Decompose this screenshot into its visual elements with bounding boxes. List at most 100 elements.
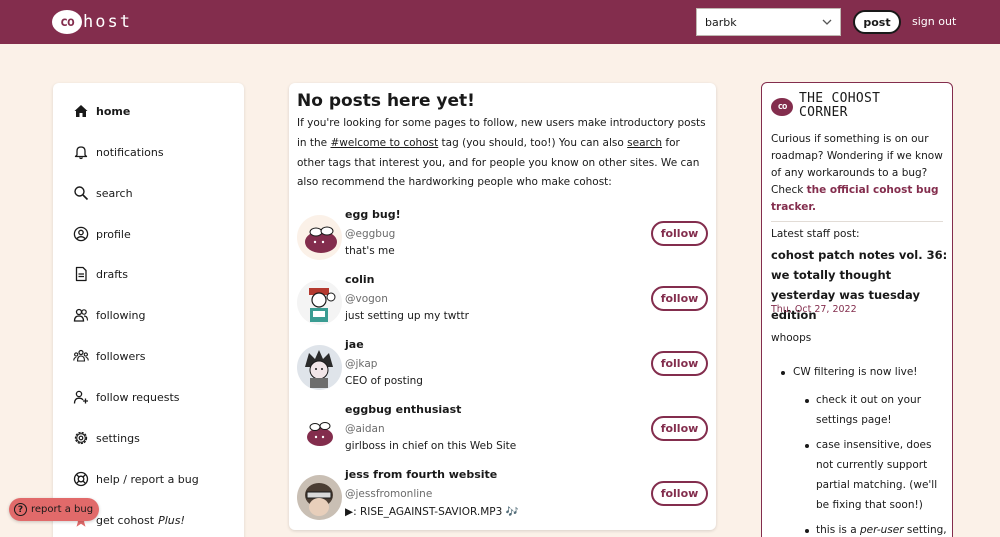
- report-bug-label: report a bug: [31, 504, 94, 515]
- user-bio: that's me: [345, 245, 395, 257]
- plus-label: Plus!: [158, 513, 185, 527]
- sidebar-item-label: followers: [96, 349, 146, 363]
- bullet-item: CW filtering is now live!: [793, 366, 918, 378]
- page-selector-value: barbk: [705, 15, 737, 29]
- user-name[interactable]: egg bug!: [345, 208, 401, 221]
- sidebar-item-notifications[interactable]: notifications: [73, 142, 164, 162]
- logo-text: host: [83, 12, 132, 32]
- user-handle[interactable]: @aidan: [345, 423, 385, 435]
- suggested-user-row: colin @vogon just setting up my twttr fo…: [289, 273, 716, 331]
- sub-bullet-item: this is a per-user setting,: [816, 520, 948, 537]
- sidebar-item-following[interactable]: following: [73, 305, 145, 325]
- sub-bullet-item: check it out on your settings page!: [816, 394, 922, 426]
- sidebar-item-label: get cohost: [96, 513, 155, 527]
- bullet-dot: [781, 371, 785, 375]
- sidebar-item-label: profile: [96, 227, 131, 241]
- sidebar-item-drafts[interactable]: drafts: [73, 264, 128, 284]
- user-bio: just setting up my twttr: [345, 310, 469, 322]
- page-title: No posts here yet!: [297, 91, 475, 111]
- sidebar-item-profile[interactable]: profile: [73, 224, 131, 244]
- staff-post-intro: whoops: [771, 332, 812, 344]
- corner-header: co THE COHOST CORNER: [771, 92, 919, 120]
- suggested-user-row: jess from fourth website @jessfromonline…: [289, 468, 716, 526]
- sidebar-nav: home notifications search profile drafts…: [53, 83, 244, 537]
- staff-post-date: Thu, Oct 27, 2022: [771, 304, 857, 315]
- staff-post-label: Latest staff post:: [771, 228, 860, 240]
- sub-bullet-item: case insensitive, does not currently sup…: [816, 439, 938, 511]
- document-icon: [75, 266, 87, 282]
- divider: [771, 221, 943, 222]
- sidebar-item-label: home: [96, 104, 131, 118]
- user-add-icon: [73, 390, 88, 404]
- avatar[interactable]: [297, 215, 342, 260]
- user-name[interactable]: jess from fourth website: [345, 468, 497, 481]
- lifebuoy-icon: [73, 471, 89, 487]
- sub-bullet-emphasis: per-user: [860, 524, 904, 536]
- user-handle[interactable]: @jkap: [345, 358, 377, 370]
- user-bio: CEO of posting: [345, 375, 423, 387]
- sub-bullet-text: setting,: [903, 524, 947, 536]
- question-icon: ?: [14, 503, 27, 516]
- user-bio: girlboss in chief on this Web Site: [345, 440, 517, 452]
- cohost-corner-card: co THE COHOST CORNER Curious if somethin…: [761, 82, 953, 537]
- report-bug-button[interactable]: ? report a bug: [9, 498, 99, 521]
- suggested-user-row: jae @jkap CEO of posting follow: [289, 338, 716, 396]
- user-handle[interactable]: @vogon: [345, 293, 388, 305]
- sidebar-item-label: notifications: [96, 145, 164, 159]
- sidebar-item-settings[interactable]: settings: [73, 428, 140, 448]
- sub-bullet-text: this is a: [816, 524, 860, 536]
- sidebar-item-label: drafts: [96, 267, 128, 281]
- page-selector[interactable]: barbk: [696, 8, 841, 36]
- follow-button[interactable]: follow: [651, 286, 708, 311]
- follow-button[interactable]: follow: [651, 481, 708, 506]
- avatar[interactable]: [297, 475, 342, 520]
- bell-icon: [74, 146, 88, 160]
- user-name[interactable]: jae: [345, 338, 364, 351]
- user-handle[interactable]: @eggbug: [345, 228, 395, 240]
- suggested-user-row: egg bug! @eggbug that's me follow: [289, 208, 716, 266]
- main-feed-card: No posts here yet! If you're looking for…: [289, 83, 716, 530]
- sign-out-link[interactable]: sign out: [912, 15, 956, 28]
- gear-icon: [74, 431, 88, 445]
- corner-title: THE COHOST CORNER: [799, 91, 881, 120]
- sidebar-item-label: following: [96, 308, 146, 322]
- intro-text: If you're looking for some pages to foll…: [297, 114, 709, 193]
- bullet-dot: [805, 444, 809, 448]
- sidebar-item-label: follow requests: [96, 390, 180, 404]
- corner-text: Curious if something is on our roadmap? …: [771, 131, 943, 216]
- sidebar-item-search[interactable]: search: [73, 183, 133, 203]
- top-bar: co host barbk post sign out: [0, 0, 1000, 44]
- intro-part: tag (you should, too!) You can also: [438, 136, 628, 149]
- sidebar-item-label: search: [96, 186, 133, 200]
- welcome-tag-link[interactable]: #welcome to cohost: [330, 137, 438, 149]
- search-link[interactable]: search: [627, 137, 662, 149]
- avatar[interactable]: [297, 280, 342, 325]
- sidebar-item-home[interactable]: home: [73, 101, 130, 121]
- sidebar-item-follow-requests[interactable]: follow requests: [73, 387, 179, 407]
- sidebar-item-label: help / report a bug: [96, 472, 199, 486]
- bullet-dot: [805, 399, 809, 403]
- follow-button[interactable]: follow: [651, 351, 708, 376]
- sidebar-item-help[interactable]: help / report a bug: [73, 469, 199, 489]
- user-bio: ▶: RISE_AGAINST-SAVIOR.MP3 🎶: [345, 506, 519, 518]
- chevron-down-icon: [822, 19, 832, 25]
- avatar[interactable]: [297, 410, 342, 455]
- sidebar-item-label: settings: [96, 431, 140, 445]
- post-button[interactable]: post: [853, 10, 901, 34]
- user-name[interactable]: eggbug enthusiast: [345, 403, 461, 416]
- user-handle[interactable]: @jessfromonline: [345, 488, 432, 500]
- bullet-dot: [805, 529, 809, 533]
- search-icon: [74, 186, 89, 201]
- logo-badge: co: [52, 10, 82, 34]
- follow-button[interactable]: follow: [651, 416, 708, 441]
- user-name[interactable]: colin: [345, 273, 374, 286]
- user-circle-icon: [73, 226, 89, 242]
- sidebar-item-followers[interactable]: followers: [73, 346, 145, 366]
- home-icon: [74, 105, 88, 117]
- follow-button[interactable]: follow: [651, 221, 708, 246]
- cohost-logo-icon: co: [771, 98, 793, 116]
- cohost-logo[interactable]: co host: [52, 10, 132, 34]
- user-group-icon: [73, 349, 89, 362]
- avatar[interactable]: [297, 345, 342, 390]
- suggested-user-row: eggbug enthusiast @aidan girlboss in chi…: [289, 403, 716, 461]
